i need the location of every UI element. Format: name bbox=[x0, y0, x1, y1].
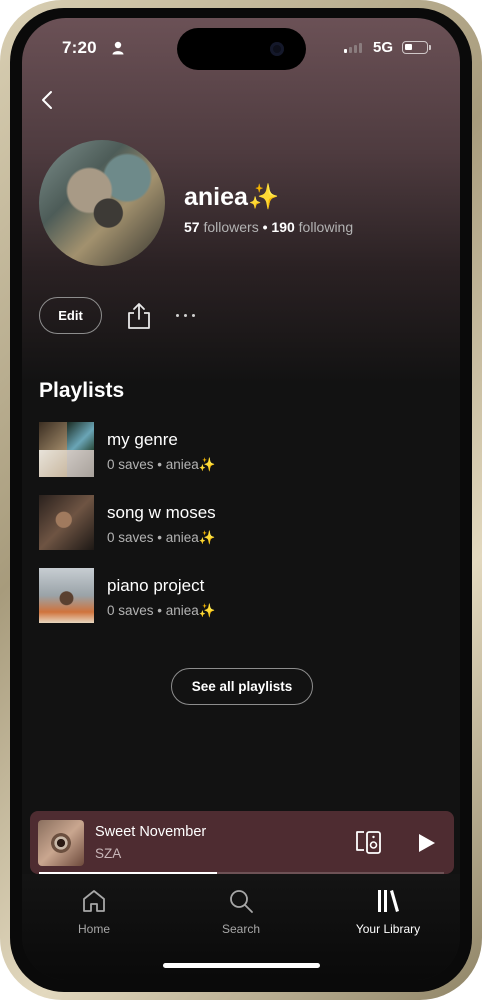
network-type: 5G bbox=[373, 39, 394, 56]
now-playing-title: Sweet November bbox=[95, 824, 207, 840]
dynamic-island bbox=[177, 28, 306, 70]
now-playing-artwork bbox=[38, 820, 84, 866]
following-count[interactable]: 190 bbox=[271, 219, 294, 235]
search-icon bbox=[230, 890, 253, 913]
home-indicator bbox=[163, 963, 320, 968]
now-playing-artist: SZA bbox=[95, 846, 122, 861]
playlists-heading: Playlists bbox=[39, 379, 125, 402]
play-icon[interactable] bbox=[416, 833, 436, 853]
edit-profile-button[interactable]: Edit bbox=[39, 297, 102, 334]
front-camera bbox=[270, 42, 284, 56]
followers-label[interactable]: followers bbox=[203, 219, 258, 235]
playlist-subtitle: 0 saves • aniea✨ bbox=[107, 603, 216, 618]
playlist-cover bbox=[39, 422, 94, 477]
see-all-playlists-button[interactable]: See all playlists bbox=[171, 668, 313, 705]
playlist-cover bbox=[39, 568, 94, 623]
sparkles-emoji: ✨ bbox=[198, 603, 216, 618]
playlist-title: my genre bbox=[107, 430, 178, 449]
playlist-item-piano-project[interactable]: piano project 0 saves • aniea✨ bbox=[39, 568, 439, 624]
app-screen: 7:20 5G aniea✨ 57 followers • 190 follow… bbox=[22, 18, 460, 980]
profile-name-text: aniea bbox=[184, 183, 248, 211]
sparkles-emoji: ✨ bbox=[247, 183, 280, 211]
tab-bar: Home Search Your Library bbox=[22, 874, 460, 980]
tab-home[interactable]: Home bbox=[39, 888, 149, 936]
playlist-title: piano project bbox=[107, 576, 205, 595]
playlist-subtitle: 0 saves • aniea✨ bbox=[107, 530, 216, 545]
home-icon bbox=[83, 890, 105, 912]
playlist-item-my-genre[interactable]: my genre 0 saves • aniea✨ bbox=[39, 422, 439, 478]
following-label[interactable]: following bbox=[299, 219, 353, 235]
playlist-item-song-w-moses[interactable]: song w moses 0 saves • aniea✨ bbox=[39, 495, 439, 551]
playlist-subtitle: 0 saves • aniea✨ bbox=[107, 457, 216, 472]
library-icon bbox=[378, 890, 399, 912]
followers-count[interactable]: 57 bbox=[184, 219, 200, 235]
follow-stats: 57 followers • 190 following bbox=[184, 219, 353, 235]
tab-label: Search bbox=[221, 922, 261, 936]
playlist-title: song w moses bbox=[107, 503, 216, 522]
sparkles-emoji: ✨ bbox=[198, 457, 216, 472]
person-icon bbox=[112, 41, 124, 55]
tab-your-library[interactable]: Your Library bbox=[333, 888, 443, 936]
mini-player[interactable]: Sweet November SZA bbox=[30, 811, 454, 874]
tab-label: Home bbox=[77, 922, 110, 936]
follow-separator: • bbox=[262, 219, 268, 235]
back-chevron-icon[interactable] bbox=[36, 88, 60, 112]
tab-search[interactable]: Search bbox=[186, 888, 296, 936]
playlist-cover bbox=[39, 495, 94, 550]
profile-avatar[interactable] bbox=[39, 140, 165, 266]
tab-label: Your Library bbox=[355, 922, 421, 936]
connect-device-icon[interactable] bbox=[355, 829, 383, 856]
status-time: 7:20 bbox=[62, 38, 97, 57]
sparkles-emoji: ✨ bbox=[198, 530, 216, 545]
profile-name: aniea✨ bbox=[184, 183, 279, 212]
battery-icon bbox=[402, 41, 431, 54]
cellular-signal-icon bbox=[344, 43, 362, 53]
more-options-icon[interactable] bbox=[176, 314, 195, 317]
share-icon[interactable] bbox=[126, 302, 152, 330]
